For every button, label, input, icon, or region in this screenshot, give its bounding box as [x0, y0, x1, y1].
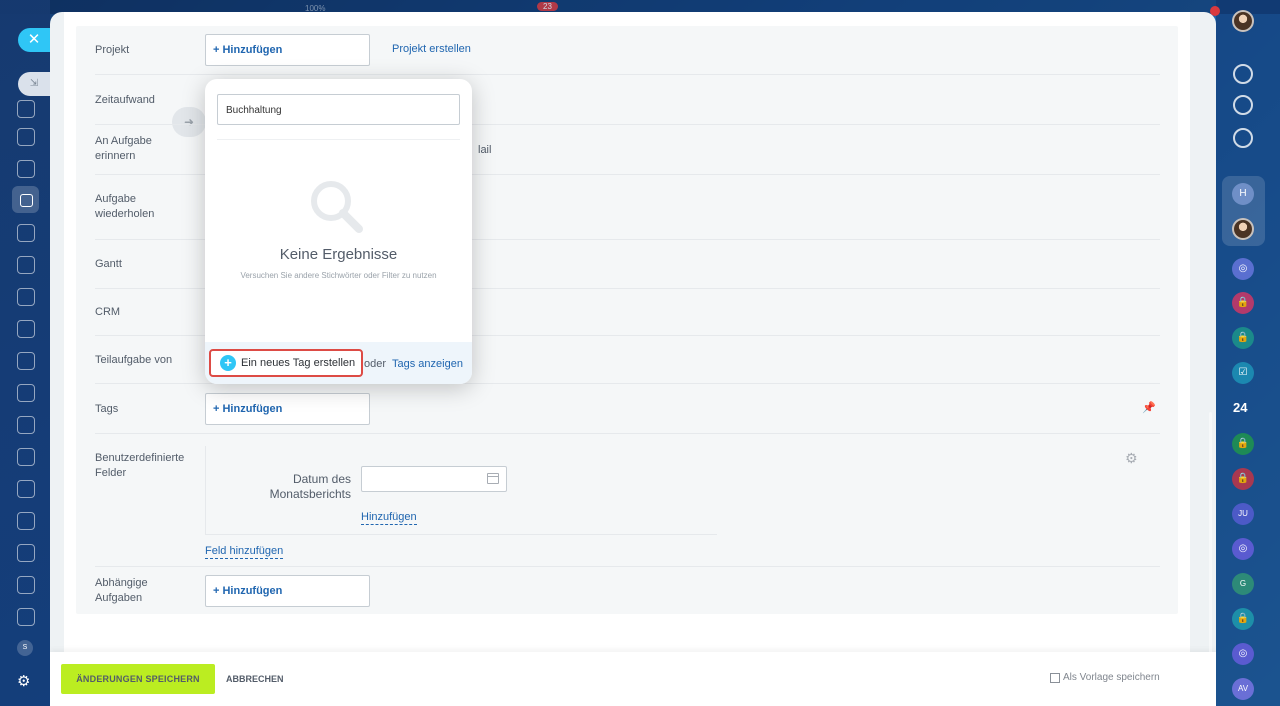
subtask-label: Teilaufgabe von — [95, 354, 173, 366]
search-icon — [311, 181, 363, 233]
calendar-icon[interactable] — [487, 473, 499, 484]
contact-avatar[interactable] — [1232, 218, 1254, 240]
checkbox-icon[interactable] — [1050, 672, 1060, 683]
project-label: Projekt — [95, 44, 130, 56]
report-date-label: Datum des Monatsberichts — [269, 472, 351, 501]
scrollbar[interactable] — [1209, 412, 1212, 692]
settings-gear-icon[interactable]: ⚙ — [17, 672, 30, 690]
contact-h[interactable]: H — [1232, 183, 1254, 205]
cancel-button[interactable]: ABBRECHEN — [226, 664, 284, 694]
tags-label: Tags — [95, 403, 119, 415]
target-icon[interactable] — [17, 576, 35, 594]
footer-bar: ÄNDERUNGEN SPEICHERN ABBRECHEN Als Vorla… — [50, 652, 1216, 706]
chat-bubble-icon[interactable] — [1233, 128, 1253, 148]
repeat-label: Aufgabe wiederholen — [95, 193, 155, 220]
tag-selector-popup: Buchhaltung Keine Ergebnisse Versuchen S… — [205, 79, 472, 384]
divider — [95, 74, 1160, 75]
contact-ju[interactable]: JU — [1232, 503, 1254, 525]
popup-footer: + Ein neues Tag erstellen oder Tags anze… — [205, 342, 472, 384]
feed-icon[interactable] — [17, 100, 35, 118]
divider — [95, 433, 1160, 434]
save-template-checkbox[interactable]: Als Vorlage speichern — [1050, 672, 1160, 683]
task-chat-icon[interactable]: ☑ — [1232, 362, 1254, 384]
bell-icon[interactable] — [1233, 64, 1253, 84]
empty-state-title: Keine Ergebnisse — [279, 246, 398, 263]
empty-state-subtitle: Versuchen Sie andere Stichwörter oder Fi… — [240, 271, 437, 280]
save-template-label: Als Vorlage speichern — [1063, 672, 1160, 683]
openlines-icon[interactable]: ◎ — [1232, 258, 1254, 280]
lock-chat-icon[interactable]: 🔒 — [1232, 468, 1254, 490]
add-field-link[interactable]: Feld hinzufügen — [205, 545, 284, 559]
lock-chat-icon[interactable]: 🔒 — [1232, 433, 1254, 455]
dependent-label: Abhängige Aufgaben — [95, 577, 148, 604]
project-add-button[interactable]: + Hinzufügen — [205, 34, 370, 66]
custom-fields-label: Benutzerdefinierte Felder — [95, 452, 185, 479]
counter-badge: 23 — [537, 2, 558, 11]
cart-icon[interactable] — [17, 384, 35, 402]
left-nav-rail: S ⚙ — [0, 0, 50, 706]
edit-doc-icon[interactable] — [17, 608, 35, 626]
save-changes-button[interactable]: ÄNDERUNGEN SPEICHERN — [61, 664, 215, 694]
calendar-icon[interactable] — [17, 512, 35, 530]
show-tags-link[interactable]: Tags anzeigen — [392, 358, 463, 370]
remind-label: An Aufgabe erinnern — [95, 135, 152, 162]
funnel-icon[interactable] — [17, 416, 35, 434]
or-text: oder — [364, 358, 387, 370]
analytics-icon[interactable] — [17, 352, 35, 370]
remind-email-text: lail — [478, 144, 492, 156]
divider — [217, 139, 460, 140]
close-slider-button[interactable]: ✕ — [18, 28, 50, 52]
report-date-input[interactable] — [361, 466, 507, 492]
target-circle-icon[interactable] — [1233, 95, 1253, 115]
project-create-link[interactable]: Projekt erstellen — [392, 43, 471, 55]
chat-icon[interactable] — [17, 160, 35, 178]
tags-add-button[interactable]: + Hinzufügen — [205, 393, 370, 425]
document-icon[interactable] — [17, 128, 35, 146]
time-label: Zeitaufwand — [95, 94, 155, 106]
lock-chat-icon[interactable]: 🔒 — [1232, 327, 1254, 349]
plus-icon: + — [220, 355, 236, 371]
robot-icon[interactable] — [17, 544, 35, 562]
user-initial-badge[interactable]: S — [17, 640, 33, 656]
bitrix24-icon[interactable]: 24 — [1233, 400, 1247, 415]
dependent-add-button[interactable]: + Hinzufügen — [205, 575, 370, 607]
contact-av[interactable]: AV — [1232, 678, 1254, 700]
user-avatar[interactable] — [1232, 10, 1254, 32]
openlines-icon[interactable]: ◎ — [1232, 643, 1254, 665]
minimize-slider-button[interactable]: ⇲ — [18, 72, 50, 96]
right-rail: H ◎ 🔒 🔒 ☑ 🔒 🔒 JU ◎ G 🔒 ◎ AV — [1216, 0, 1280, 706]
contact-card-icon[interactable] — [17, 448, 35, 466]
drive-icon[interactable] — [17, 256, 35, 274]
tasks-icon[interactable] — [12, 186, 39, 213]
groups-icon[interactable] — [17, 224, 35, 242]
card-icon[interactable] — [17, 288, 35, 306]
lock-chat-icon[interactable]: 🔒 — [1232, 608, 1254, 630]
arrow-right-icon[interactable]: ➜ — [172, 107, 206, 137]
lightbulb-icon[interactable] — [17, 480, 35, 498]
presentation-icon[interactable] — [17, 320, 35, 338]
contact-g[interactable]: G — [1232, 573, 1254, 595]
crm-label: CRM — [95, 306, 121, 318]
create-tag-label: Ein neues Tag erstellen — [241, 357, 356, 369]
add-value-link[interactable]: Hinzufügen — [361, 511, 417, 525]
create-tag-button[interactable]: + Ein neues Tag erstellen — [209, 349, 364, 377]
gantt-label: Gantt — [95, 258, 122, 270]
divider — [95, 566, 1160, 567]
openlines-icon[interactable]: ◎ — [1232, 538, 1254, 560]
settings-gear-icon[interactable]: ⚙ — [1125, 450, 1138, 467]
tag-search-input[interactable]: Buchhaltung — [217, 94, 460, 125]
lock-chat-icon[interactable]: 🔒 — [1232, 292, 1254, 314]
pin-icon[interactable]: 📌 — [1142, 401, 1156, 414]
